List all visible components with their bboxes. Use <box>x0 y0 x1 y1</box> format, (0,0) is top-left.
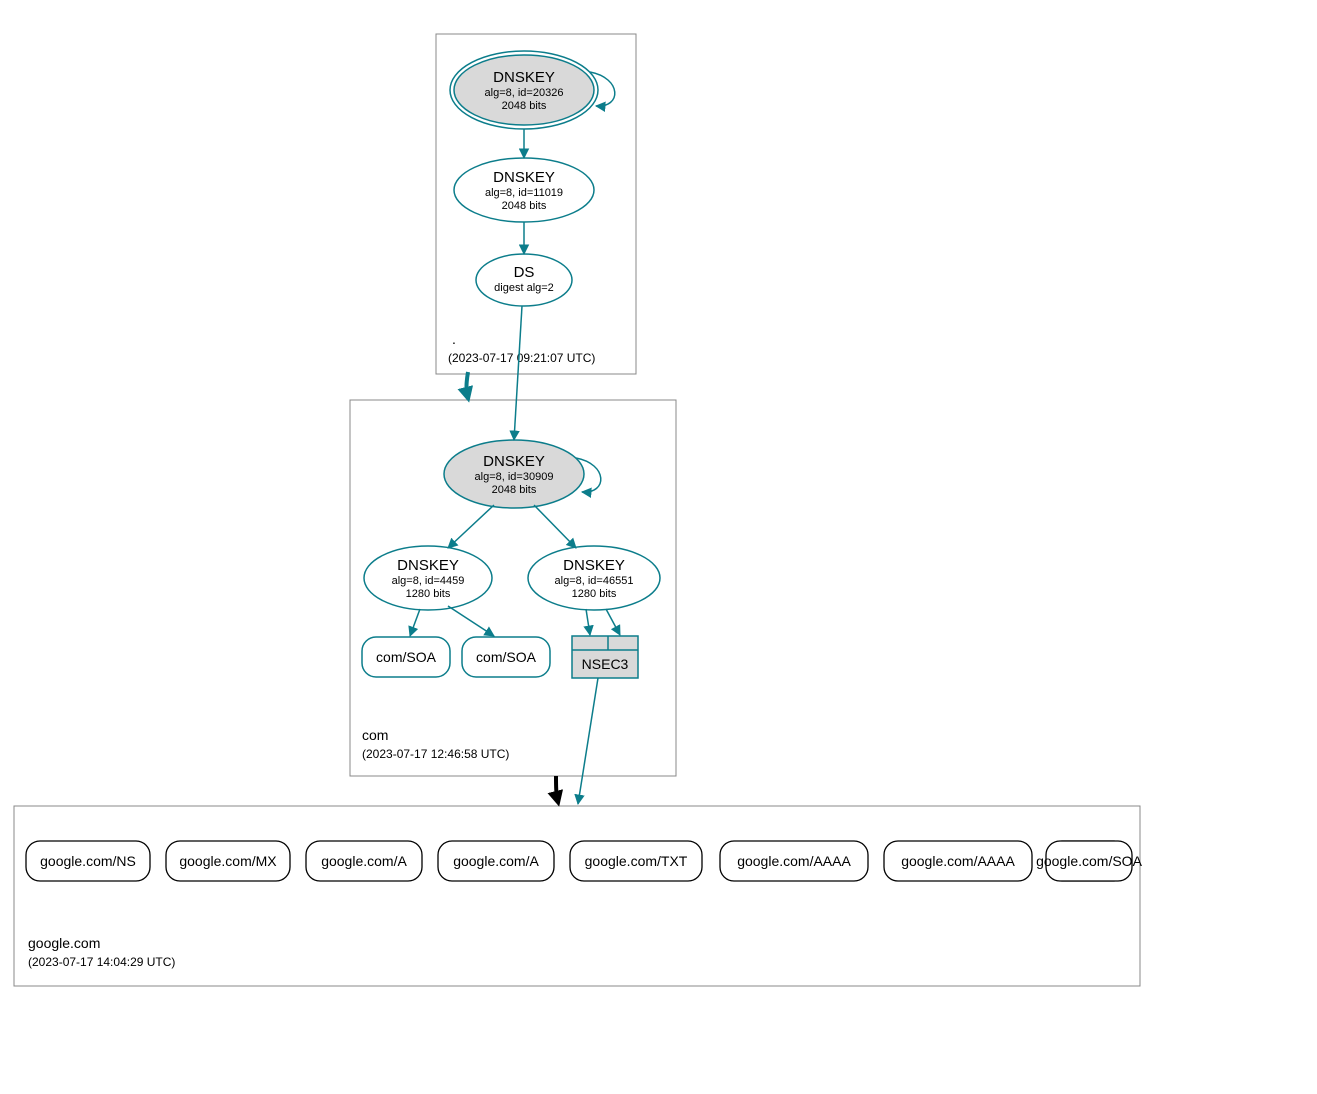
edge-com-ksk-zska <box>448 505 494 548</box>
svg-text:google.com/MX: google.com/MX <box>179 853 277 869</box>
zone-com: com (2023-07-17 12:46:58 UTC) DNSKEY alg… <box>350 306 676 776</box>
svg-text:google.com/A: google.com/A <box>453 853 539 869</box>
svg-text:google.com/NS: google.com/NS <box>40 853 136 869</box>
edge-zskb-nsec3-r <box>606 609 620 635</box>
svg-text:alg=8, id=20326: alg=8, id=20326 <box>485 87 564 99</box>
svg-text:google.com/AAAA: google.com/AAAA <box>901 853 1015 869</box>
zone-root-label: . <box>452 331 456 347</box>
node-google-rr-1: google.com/MX <box>166 841 290 881</box>
svg-text:google.com/A: google.com/A <box>321 853 407 869</box>
edge-ds-to-com-ksk <box>514 306 522 440</box>
svg-text:1280 bits: 1280 bits <box>406 588 451 600</box>
edge-nsec3-to-google <box>578 678 598 804</box>
edge-root-to-com-zone <box>467 372 469 398</box>
node-com-zsk-b: DNSKEY alg=8, id=46551 1280 bits <box>528 546 660 610</box>
zone-root: . (2023-07-17 09:21:07 UTC) DNSKEY alg=8… <box>436 34 636 374</box>
node-google-rr-4: google.com/TXT <box>570 841 702 881</box>
node-google-rr-3: google.com/A <box>438 841 554 881</box>
svg-text:2048 bits: 2048 bits <box>502 100 547 112</box>
svg-text:DNSKEY: DNSKEY <box>483 453 545 470</box>
svg-text:DNSKEY: DNSKEY <box>563 557 625 574</box>
node-google-rr-6: google.com/AAAA <box>884 841 1032 881</box>
zone-google: google.com (2023-07-17 14:04:29 UTC) goo… <box>14 806 1143 986</box>
node-google-rr-2: google.com/A <box>306 841 422 881</box>
svg-text:digest alg=2: digest alg=2 <box>494 282 554 294</box>
node-root-ds: DS digest alg=2 <box>476 254 572 306</box>
zone-google-timestamp: (2023-07-17 14:04:29 UTC) <box>28 955 175 969</box>
node-com-zsk-a: DNSKEY alg=8, id=4459 1280 bits <box>364 546 492 610</box>
svg-text:com/SOA: com/SOA <box>476 649 537 665</box>
zone-root-timestamp: (2023-07-17 09:21:07 UTC) <box>448 351 595 365</box>
node-root-zsk: DNSKEY alg=8, id=11019 2048 bits <box>454 158 594 222</box>
svg-text:DS: DS <box>514 264 535 281</box>
svg-text:google.com/AAAA: google.com/AAAA <box>737 853 851 869</box>
svg-text:com/SOA: com/SOA <box>376 649 437 665</box>
node-com-soa-b: com/SOA <box>462 637 550 677</box>
svg-text:alg=8, id=46551: alg=8, id=46551 <box>555 575 634 587</box>
svg-text:DNSKEY: DNSKEY <box>397 557 459 574</box>
node-root-ksk: DNSKEY alg=8, id=20326 2048 bits <box>450 51 598 129</box>
edge-zska-soab <box>448 606 494 636</box>
node-google-rr-7-label: google.com/SOA <box>1036 853 1142 869</box>
dnssec-diagram: . (2023-07-17 09:21:07 UTC) DNSKEY alg=8… <box>0 0 1317 1094</box>
svg-text:DNSKEY: DNSKEY <box>493 69 555 86</box>
edge-zskb-nsec3-l <box>586 609 590 635</box>
svg-text:alg=8, id=11019: alg=8, id=11019 <box>485 187 563 199</box>
node-com-ksk: DNSKEY alg=8, id=30909 2048 bits <box>444 440 584 508</box>
svg-text:alg=8, id=4459: alg=8, id=4459 <box>392 575 465 587</box>
zone-google-label: google.com <box>28 935 100 951</box>
svg-text:alg=8, id=30909: alg=8, id=30909 <box>475 471 554 483</box>
svg-text:NSEC3: NSEC3 <box>582 656 629 672</box>
node-google-rr-0: google.com/NS <box>26 841 150 881</box>
svg-text:2048 bits: 2048 bits <box>492 484 537 496</box>
edge-com-ksk-zskb <box>534 505 576 548</box>
node-com-soa-a: com/SOA <box>362 637 450 677</box>
zone-com-label: com <box>362 727 388 743</box>
zone-com-timestamp: (2023-07-17 12:46:58 UTC) <box>362 747 509 761</box>
svg-text:DNSKEY: DNSKEY <box>493 169 555 186</box>
node-com-nsec3: NSEC3 <box>572 636 638 678</box>
node-google-rr-5: google.com/AAAA <box>720 841 868 881</box>
svg-text:2048 bits: 2048 bits <box>502 200 547 212</box>
edge-zska-soaa <box>410 609 420 636</box>
svg-text:1280 bits: 1280 bits <box>572 588 617 600</box>
edge-com-to-google-zone <box>556 776 558 802</box>
svg-text:google.com/TXT: google.com/TXT <box>585 853 688 869</box>
